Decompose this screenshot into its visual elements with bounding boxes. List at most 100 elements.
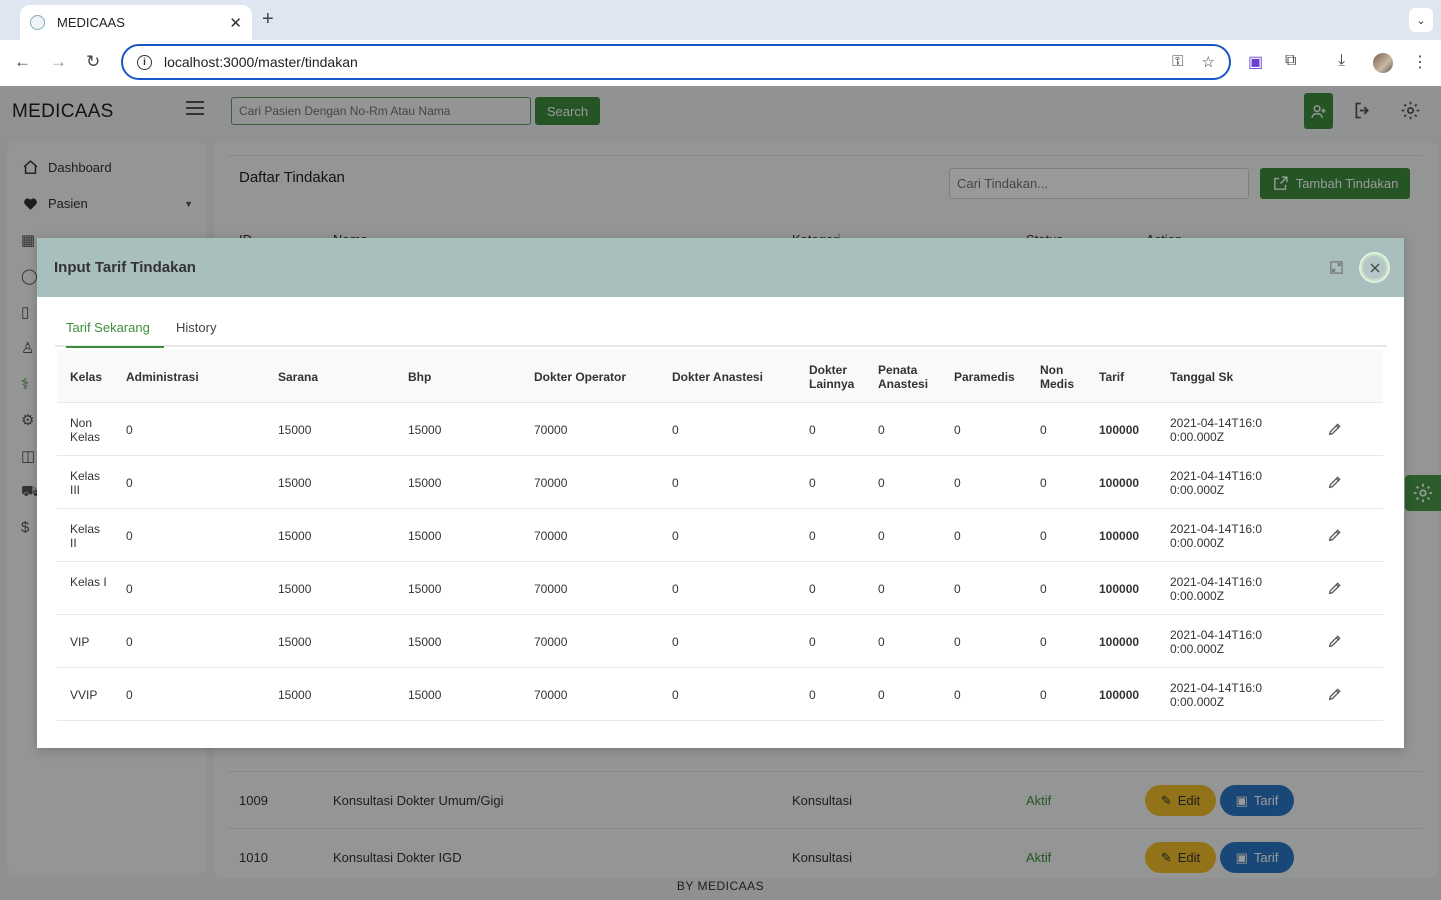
cell-administrasi: 0 (126, 423, 133, 437)
cell-paramedis: 0 (954, 423, 961, 437)
edit-pencil-icon[interactable] (1327, 633, 1343, 649)
cell-kelas: VIP (70, 635, 90, 649)
cell-non-medis: 0 (1040, 476, 1047, 490)
cell-paramedis: 0 (954, 529, 961, 543)
cell-tanggal-sk: 2021-04-14T16:00:00.000Z (1170, 416, 1263, 444)
url-text: localhost:3000/master/tindakan (164, 54, 358, 70)
cell-bhp: 15000 (408, 529, 442, 543)
back-icon[interactable]: ← (14, 52, 31, 72)
cell-bhp: 15000 (408, 635, 442, 649)
cell-dokter-anastesi: 0 (672, 688, 679, 702)
cell-dokter-anastesi: 0 (672, 476, 679, 490)
address-bar[interactable]: i localhost:3000/master/tindakan ⚿ ☆ (121, 44, 1231, 80)
cell-non-medis: 0 (1040, 635, 1047, 649)
close-tab-icon[interactable]: ✕ (229, 14, 242, 32)
cell-dokter-operator: 70000 (534, 582, 568, 596)
tab-tarif-sekarang[interactable]: Tarif Sekarang (66, 320, 164, 348)
cell-non-medis: 0 (1040, 688, 1047, 702)
screen-capture-icon[interactable]: ▣ (1248, 52, 1263, 72)
cell-administrasi: 0 (126, 582, 133, 596)
cell-dokter-operator: 70000 (534, 635, 568, 649)
cell-tarif: 100000 (1099, 423, 1140, 437)
cell-sarana: 15000 (278, 529, 312, 543)
cell-bhp: 15000 (408, 688, 442, 702)
reload-icon[interactable]: ↻ (86, 52, 100, 72)
edit-pencil-icon[interactable] (1327, 686, 1343, 702)
tab-search-icon[interactable]: ⌄ (1409, 8, 1433, 32)
cell-dokter-lainnya: 0 (809, 688, 816, 702)
col-sarana: Sarana (278, 370, 319, 384)
tarif-row: Kelas III 0 15000 15000 70000 0 0 0 0 0 100000 2021… (57, 456, 1383, 509)
browser-tab[interactable]: MEDICAAS ✕ (20, 5, 252, 40)
edit-pencil-icon[interactable] (1327, 421, 1343, 437)
maximize-icon[interactable] (1329, 260, 1344, 275)
tarif-modal: Input Tarif Tindakan Tarif Sekarang Hist… (37, 238, 1404, 748)
chrome-menu-icon[interactable]: ⋮ (1412, 52, 1428, 72)
cell-tanggal-sk: 2021-04-14T16:00:00.000Z (1170, 575, 1263, 603)
cell-dokter-operator: 70000 (534, 688, 568, 702)
col-kelas: Kelas (70, 370, 103, 384)
cell-dokter-operator: 70000 (534, 529, 568, 543)
cell-paramedis: 0 (954, 635, 961, 649)
modal-close-button[interactable] (1361, 254, 1388, 281)
col-administrasi: Administrasi (126, 370, 199, 384)
cell-kelas: Kelas I (70, 575, 107, 589)
cell-paramedis: 0 (954, 688, 961, 702)
edit-pencil-icon[interactable] (1327, 580, 1343, 596)
cell-kelas: VVIP (70, 688, 98, 702)
new-tab-icon[interactable]: + (262, 8, 274, 31)
cell-administrasi: 0 (126, 529, 133, 543)
cell-kelas: Non Kelas (70, 416, 101, 444)
tarif-row: VIP 0 15000 15000 70000 0 0 0 0 0 100000 2021-04-14… (57, 615, 1383, 668)
forward-icon[interactable]: → (50, 52, 67, 72)
col-dokter-lainnya: Dokter Lainnya (809, 363, 855, 391)
cell-dokter-lainnya: 0 (809, 476, 816, 490)
cell-dokter-operator: 70000 (534, 476, 568, 490)
cell-tarif: 100000 (1099, 582, 1140, 596)
cell-bhp: 15000 (408, 476, 442, 490)
cell-sarana: 15000 (278, 582, 312, 596)
cell-sarana: 15000 (278, 476, 312, 490)
tab-history[interactable]: History (176, 320, 216, 335)
cell-tarif: 100000 (1099, 688, 1140, 702)
browser-toolbar: ← → ↻ i localhost:3000/master/tindakan ⚿… (0, 40, 1441, 86)
password-key-icon[interactable]: ⚿ (1172, 53, 1183, 71)
cell-administrasi: 0 (126, 476, 133, 490)
cell-tarif: 100000 (1099, 635, 1140, 649)
cell-administrasi: 0 (126, 635, 133, 649)
cell-penata-anastesi: 0 (878, 688, 885, 702)
col-dokter-operator: Dokter Operator (534, 370, 627, 384)
tarif-row: Kelas I 0 15000 15000 70000 0 0 0 0 0 100000 2021-0… (57, 562, 1383, 615)
cell-sarana: 15000 (278, 635, 312, 649)
bookmark-star-icon[interactable]: ☆ (1202, 53, 1215, 71)
col-dokter-anastesi: Dokter Anastesi (672, 370, 763, 384)
col-bhp: Bhp (408, 370, 432, 384)
cell-dokter-lainnya: 0 (809, 582, 816, 596)
col-penata-anastesi: Penata Anastesi (878, 363, 929, 391)
col-non-medis: Non Medis (1040, 363, 1075, 391)
cell-paramedis: 0 (954, 476, 961, 490)
cell-kelas: Kelas III (70, 469, 101, 497)
download-icon[interactable]: ⤓ (1338, 52, 1345, 70)
cell-penata-anastesi: 0 (878, 423, 885, 437)
cell-administrasi: 0 (126, 688, 133, 702)
site-info-icon[interactable]: i (137, 54, 152, 70)
col-tarif: Tarif (1099, 370, 1125, 384)
cell-tanggal-sk: 2021-04-14T16:00:00.000Z (1170, 522, 1263, 550)
extensions-icon[interactable]: ⧉ (1285, 52, 1296, 70)
cell-tanggal-sk: 2021-04-14T16:00:00.000Z (1170, 628, 1263, 656)
tarif-table: Kelas Administrasi Sarana Bhp Dokter Ope… (57, 350, 1383, 721)
tarif-row: Kelas II 0 15000 15000 70000 0 0 0 0 0 100000 2021-… (57, 509, 1383, 562)
cell-penata-anastesi: 0 (878, 635, 885, 649)
edit-pencil-icon[interactable] (1327, 527, 1343, 543)
profile-avatar[interactable] (1373, 53, 1393, 73)
edit-pencil-icon[interactable] (1327, 474, 1343, 490)
cell-sarana: 15000 (278, 423, 312, 437)
favicon-icon (30, 15, 45, 30)
tarif-table-header: Kelas Administrasi Sarana Bhp Dokter Ope… (57, 350, 1383, 403)
browser-tab-strip: MEDICAAS ✕ + ⌄ (0, 0, 1441, 40)
cell-dokter-operator: 70000 (534, 423, 568, 437)
cell-tarif: 100000 (1099, 476, 1140, 490)
cell-penata-anastesi: 0 (878, 529, 885, 543)
cell-non-medis: 0 (1040, 423, 1047, 437)
